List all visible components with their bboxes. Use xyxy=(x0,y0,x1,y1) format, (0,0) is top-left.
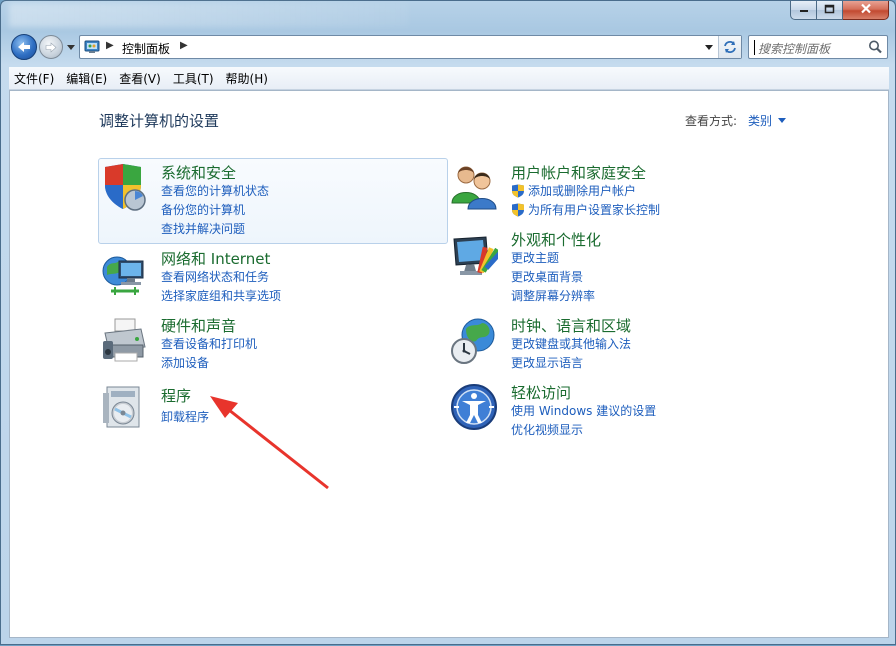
chevron-down-icon xyxy=(705,44,713,50)
recent-pages-dropdown[interactable] xyxy=(67,43,75,51)
minimize-button[interactable] xyxy=(790,1,817,20)
back-button[interactable] xyxy=(11,34,37,60)
control-panel-icon xyxy=(84,39,100,55)
breadcrumb-separator-icon[interactable]: ▶ xyxy=(106,40,114,51)
address-bar[interactable]: ▶ 控制面板 ▶ xyxy=(79,35,742,59)
menu-tools[interactable]: 工具(T) xyxy=(168,70,219,87)
refresh-icon xyxy=(724,41,736,53)
title-bar-blur xyxy=(9,3,409,27)
arrow-left-icon xyxy=(18,42,30,52)
arrow-right-icon xyxy=(45,41,57,53)
navigation-bar: ▶ 控制面板 ▶ 搜索控制面板 xyxy=(1,31,896,63)
refresh-button[interactable] xyxy=(718,36,741,58)
chevron-down-icon xyxy=(67,44,75,50)
menu-file[interactable]: 文件(F) xyxy=(9,70,59,87)
breadcrumb-separator-icon[interactable]: ▶ xyxy=(180,40,188,51)
address-dropdown-button[interactable] xyxy=(701,39,717,55)
forward-button[interactable] xyxy=(39,35,63,59)
breadcrumb-control-panel[interactable]: 控制面板 xyxy=(122,40,170,57)
close-button[interactable] xyxy=(843,1,889,20)
menu-edit[interactable]: 编辑(E) xyxy=(61,70,112,87)
maximize-button[interactable] xyxy=(817,1,843,20)
close-icon xyxy=(860,3,872,17)
content-pane: 调整计算机的设置 查看方式: 类别 系统和安全 查看您的计算机状态 备份您的计算… xyxy=(9,90,889,638)
caption-buttons xyxy=(790,1,889,20)
text-cursor xyxy=(754,40,755,55)
menu-view[interactable]: 查看(V) xyxy=(114,70,166,87)
maximize-icon xyxy=(824,4,835,16)
search-box[interactable]: 搜索控制面板 xyxy=(748,35,888,59)
control-panel-window: ▶ 控制面板 ▶ 搜索控制面板 文件(F) 编辑(E) 查看(V) 工具(T) … xyxy=(0,0,896,645)
minimize-icon xyxy=(799,4,809,16)
menu-help[interactable]: 帮助(H) xyxy=(221,70,273,87)
search-placeholder: 搜索控制面板 xyxy=(758,42,831,56)
menu-bar: 文件(F) 编辑(E) 查看(V) 工具(T) 帮助(H) xyxy=(9,67,889,90)
search-icon[interactable] xyxy=(867,39,883,55)
annotation-arrow xyxy=(210,396,329,490)
